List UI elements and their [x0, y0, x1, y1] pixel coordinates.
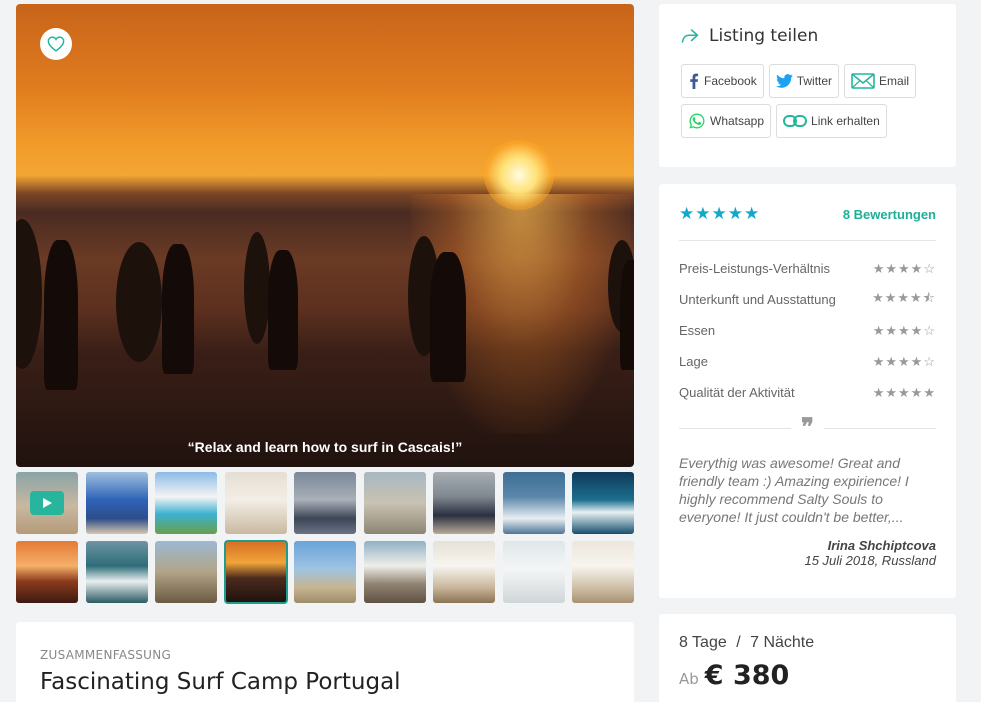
gallery-thumbnail[interactable] [502, 472, 565, 534]
rating-category-stars: ★★★★☆ [872, 260, 936, 276]
link-icon [783, 115, 808, 127]
share-card: Listing teilen Facebook Twitter Email Wh… [659, 4, 956, 167]
gallery-thumbnail[interactable] [363, 541, 426, 603]
gallery-thumbnail[interactable] [433, 541, 495, 603]
divider-line [679, 427, 792, 429]
rating-category-label: Essen [679, 323, 716, 338]
gallery-thumbnail[interactable] [294, 541, 356, 603]
duration-nights: 7 Nächte [750, 634, 815, 651]
duration-days: 8 Tage [679, 634, 727, 651]
gallery-thumbnail[interactable] [85, 472, 148, 534]
price-value: € 380 [704, 660, 790, 691]
facebook-label: Facebook [704, 74, 757, 88]
main-photo[interactable]: “Relax and learn how to surf in Cascais!… [16, 4, 634, 467]
listing-title: Fascinating Surf Camp Portugal [40, 669, 401, 695]
surfer-silhouette [620, 260, 634, 370]
divider-line [823, 427, 937, 429]
surfboard-silhouette [16, 219, 42, 369]
section-label: ZUSAMMENFASSUNG [40, 648, 172, 662]
price-amount: Ab € 380 [679, 660, 936, 691]
ratings-card: ★★★★★ 8 Bewertungen Preis-Leistungs-Verh… [659, 184, 956, 598]
rating-categories: Preis-Leistungs-Verhältnis ★★★★☆ Unterkunf… [679, 253, 936, 408]
surfboard-silhouette [116, 242, 162, 362]
rating-category-stars: ★★★★⯪ [872, 289, 936, 305]
review-date-location: 15 Juli 2018, Russland [804, 553, 936, 568]
rating-row: Lage ★★★★☆ [679, 346, 936, 377]
photo-caption: “Relax and learn how to surf in Cascais!… [187, 439, 463, 455]
surfer-silhouette [268, 250, 298, 370]
gallery-thumbnail[interactable] [363, 472, 426, 534]
rating-row: Unterkunft und Ausstattung ★★★★⯪ [679, 284, 936, 315]
gallery-thumbnail[interactable] [502, 541, 565, 603]
gallery-thumbnail[interactable] [223, 540, 288, 604]
surfboard-silhouette [244, 232, 270, 344]
rating-category-stars: ★★★★☆ [872, 353, 936, 369]
reviews-count-link[interactable]: 8 Bewertungen [843, 207, 936, 222]
copy-link-button[interactable]: Link erhalten [776, 104, 887, 138]
share-buttons: Facebook Twitter Email Whatsapp Link erh… [681, 64, 934, 138]
rating-row: Preis-Leistungs-Verhältnis ★★★★☆ [679, 253, 936, 284]
heart-icon [47, 36, 65, 52]
gallery-thumbnail[interactable] [155, 541, 217, 603]
share-title: Listing teilen [709, 26, 819, 46]
gallery-thumbnail[interactable] [85, 541, 148, 603]
share-heading: Listing teilen [681, 26, 934, 46]
rating-row: Essen ★★★★☆ [679, 315, 936, 346]
whatsapp-icon [689, 113, 705, 129]
rating-category-label: Preis-Leistungs-Verhältnis [679, 261, 831, 276]
quote-icon: ❞ [801, 415, 814, 441]
gallery-thumbnail[interactable] [16, 472, 78, 534]
gallery-thumbnail[interactable] [572, 541, 634, 603]
review-excerpt: Everythig was awesome! Great and friendl… [679, 455, 909, 525]
gallery-thumbnail[interactable] [572, 472, 634, 534]
ratings-header: ★★★★★ 8 Bewertungen [679, 204, 936, 241]
share-arrow-icon [681, 29, 699, 43]
whatsapp-label: Whatsapp [710, 114, 765, 128]
sun [484, 140, 554, 210]
price-card: 8 Tage / 7 Nächte Ab € 380 [659, 614, 956, 702]
whatsapp-share-button[interactable]: Whatsapp [681, 104, 772, 138]
play-video-icon [30, 491, 64, 515]
rating-category-stars: ★★★★☆ [872, 322, 936, 338]
surfer-silhouette [162, 244, 194, 374]
gallery-thumbnail[interactable] [16, 541, 78, 603]
rating-category-label: Qualität der Aktivität [679, 385, 795, 400]
facebook-share-button[interactable]: Facebook [681, 64, 764, 98]
thumbnail-strip [16, 472, 634, 604]
gallery-thumbnail[interactable] [224, 472, 287, 534]
reviewer-name: Irina Shchiptcova [827, 538, 936, 553]
twitter-share-button[interactable]: Twitter [768, 64, 840, 98]
gallery-thumbnail[interactable] [294, 472, 356, 534]
twitter-icon [775, 74, 793, 88]
gallery-thumbnail[interactable] [433, 472, 495, 534]
gallery-thumbnail[interactable] [155, 472, 217, 534]
rating-category-stars: ★★★★★ [872, 384, 936, 400]
duration: 8 Tage / 7 Nächte [679, 634, 936, 652]
email-share-button[interactable]: Email [844, 64, 917, 98]
email-icon [851, 73, 875, 89]
twitter-label: Twitter [796, 74, 833, 88]
favorite-button[interactable] [40, 28, 72, 60]
summary-card: ZUSAMMENFASSUNG Fascinating Surf Camp Po… [16, 622, 634, 702]
price-from-label: Ab [679, 670, 699, 688]
facebook-icon [690, 73, 699, 89]
rating-category-label: Lage [679, 354, 708, 369]
duration-separator: / [736, 634, 741, 651]
reviewer-info: Irina Shchiptcova 15 Juli 2018, Russland [679, 538, 936, 568]
rating-category-label: Unterkunft und Ausstattung [679, 292, 836, 307]
surfer-silhouette [430, 252, 466, 382]
listing-page: “Relax and learn how to surf in Cascais!… [0, 0, 981, 702]
quote-divider: ❞ [679, 415, 937, 441]
overall-star-rating: ★★★★★ [679, 204, 761, 224]
email-label: Email [879, 74, 910, 88]
surfer-silhouette [44, 240, 78, 390]
link-label: Link erhalten [811, 114, 880, 128]
rating-row: Qualität der Aktivität ★★★★★ [679, 377, 936, 408]
